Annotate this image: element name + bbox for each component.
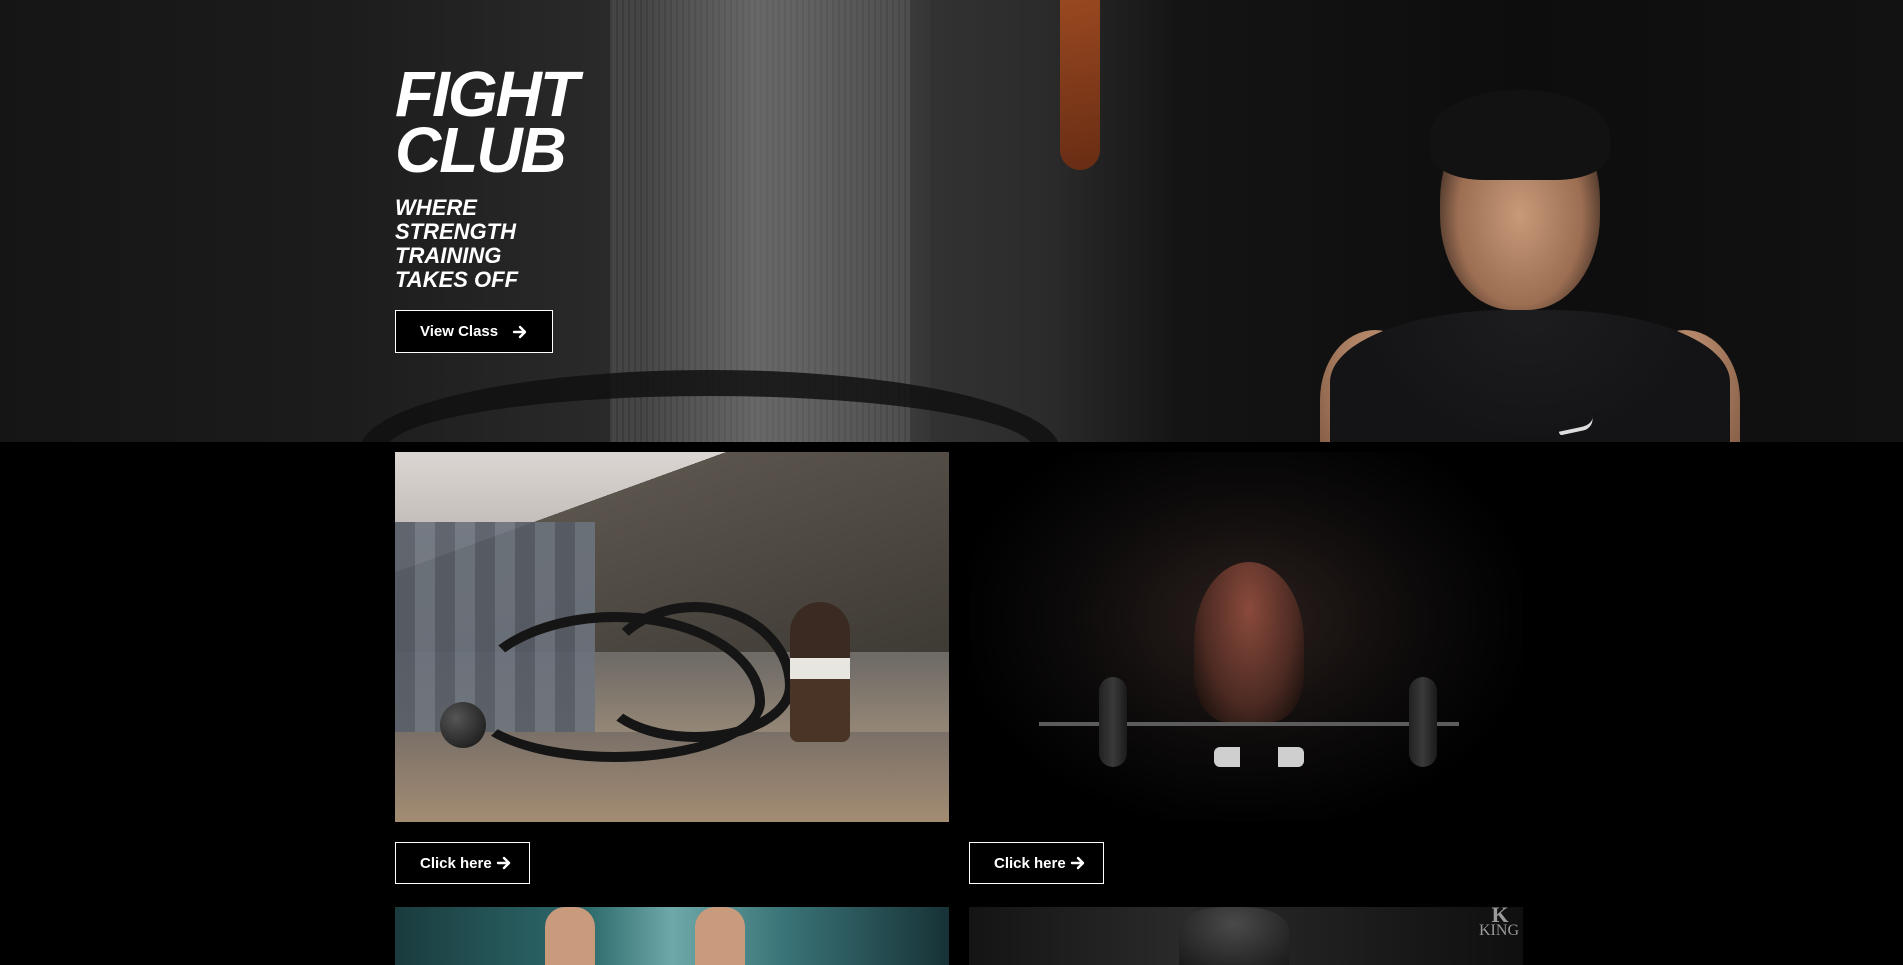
- hero-subtitle-line: TAKES OFF: [395, 267, 519, 292]
- hero-banner: FIGHT CLUB WHERE STRENGTH TRAINING TAKES…: [0, 0, 1903, 442]
- dumbbell-press-image: [395, 907, 949, 965]
- arrow-right-icon: [512, 325, 527, 338]
- king-gym-logo: K KING: [1479, 907, 1519, 939]
- card-2-button-label: Click here: [994, 854, 1066, 872]
- card-1-button-label: Click here: [420, 854, 492, 872]
- view-class-label: View Class: [420, 323, 499, 340]
- hero-background-buoy: [1060, 0, 1100, 170]
- hero-subtitle-line: WHERE: [395, 195, 477, 220]
- card-1-click-button[interactable]: Click here: [395, 842, 530, 884]
- battle-ropes-image: [395, 452, 949, 822]
- hero-title-line2: CLUB: [395, 114, 567, 186]
- card-2-click-button[interactable]: Click here: [969, 842, 1104, 884]
- king-gym-logo-icon: K: [1491, 907, 1508, 927]
- hero-athlete-image: [1320, 90, 1740, 442]
- hero-subtitle-line: TRAINING: [395, 243, 502, 268]
- view-class-button[interactable]: View Class: [395, 310, 553, 353]
- arrow-right-icon: [1070, 856, 1084, 870]
- hero-background-rope: [360, 370, 1060, 442]
- hero-subtitle-line: STRENGTH: [395, 219, 516, 244]
- hero-subtitle: WHERE STRENGTH TRAINING TAKES OFF: [395, 196, 595, 292]
- king-gym-logo-text: KING: [1479, 922, 1519, 939]
- hero-title: FIGHT CLUB: [395, 62, 579, 182]
- arrow-right-icon: [496, 856, 510, 870]
- deadlift-image: [969, 452, 1523, 822]
- gym-trainer-image: K KING: [969, 907, 1523, 965]
